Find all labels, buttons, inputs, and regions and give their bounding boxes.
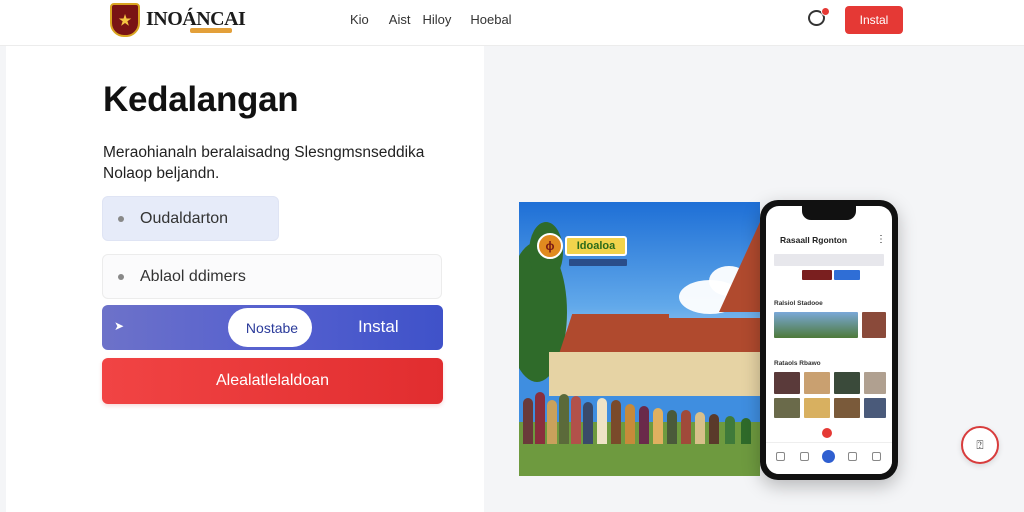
option-item-2[interactable]: Ablaol ddimers bbox=[102, 254, 442, 299]
primary-red-button[interactable]: Alealatlelaldoan bbox=[102, 358, 443, 404]
hero-photo: ɸ Idoaloa bbox=[519, 202, 760, 476]
phone-thumb bbox=[774, 398, 800, 418]
photo-person bbox=[695, 412, 705, 444]
install-bar[interactable]: ➤ Nostabe Instal ⋮ bbox=[102, 305, 538, 350]
bullet-icon bbox=[118, 215, 124, 222]
menu-icon[interactable] bbox=[872, 452, 881, 461]
page-description: Meraohianaln beralaisadng Slesngmsnseddi… bbox=[103, 144, 425, 182]
search-icon[interactable] bbox=[800, 452, 809, 461]
photo-person bbox=[597, 398, 607, 444]
install-bar-tab[interactable]: Nostabe bbox=[228, 308, 312, 347]
photo-person bbox=[523, 398, 533, 444]
photo-person bbox=[611, 400, 621, 444]
photo-person bbox=[709, 414, 719, 444]
library-icon[interactable] bbox=[848, 452, 857, 461]
photo-person bbox=[535, 392, 545, 444]
cursor-arrow-icon: ➤ bbox=[114, 319, 125, 333]
photo-person bbox=[741, 418, 751, 444]
install-bar-label: Instal bbox=[358, 317, 399, 336]
bullet-icon bbox=[118, 273, 124, 280]
phone-search-bar[interactable] bbox=[774, 254, 884, 266]
photo-person bbox=[653, 408, 663, 444]
chat-bubble-icon[interactable] bbox=[807, 7, 830, 30]
nav-item-3[interactable]: Hiloy bbox=[422, 12, 451, 27]
phone-live-dot bbox=[822, 428, 832, 438]
nav-item-1[interactable]: Kio bbox=[350, 12, 369, 27]
header-install-button[interactable]: Instal bbox=[845, 6, 903, 34]
phone-section-label-2: Rataols Rbawo bbox=[774, 360, 821, 367]
phone-thumb bbox=[804, 398, 830, 418]
option-label-1: Oudaldarton bbox=[140, 209, 229, 227]
grid-menu-icon[interactable]: ⋮ bbox=[876, 234, 886, 245]
phone-thumb bbox=[862, 312, 886, 338]
home-icon[interactable] bbox=[776, 452, 785, 461]
phone-thumb bbox=[864, 398, 886, 418]
photo-person bbox=[667, 410, 677, 444]
phone-thumb bbox=[864, 372, 886, 394]
phone-section-label-1: Ralsiol Stadooe bbox=[774, 300, 823, 307]
phone-banner bbox=[802, 270, 832, 280]
photo-person bbox=[639, 406, 649, 444]
phone-thumb bbox=[834, 372, 860, 394]
nav-item-4[interactable]: Hoebal bbox=[470, 12, 511, 27]
photo-tag: Idoaloa bbox=[565, 236, 627, 256]
phone-thumb bbox=[834, 398, 860, 418]
photo-person bbox=[571, 396, 581, 444]
photo-badge-icon: ɸ bbox=[537, 233, 563, 259]
help-icon[interactable]: ⍰ bbox=[961, 426, 999, 464]
photo-person bbox=[583, 402, 593, 444]
top-header: ★ INOÁNCAI Kio Aist Hiloy Hoebal Instal bbox=[0, 0, 1024, 46]
photo-person bbox=[681, 410, 691, 444]
phone-app-title: Rasaall Rgonton bbox=[780, 235, 848, 245]
option-item-1[interactable]: Oudaldarton bbox=[102, 196, 279, 241]
nav-item-2[interactable]: Aist bbox=[389, 12, 411, 27]
main-nav: Kio Aist Hiloy Hoebal bbox=[350, 12, 512, 27]
photo-person bbox=[559, 394, 569, 444]
phone-thumb bbox=[774, 372, 800, 394]
phone-mockup: Rasaall Rgonton ⋮ Ralsiol Stadooe Rataol… bbox=[760, 200, 898, 480]
logo-underline bbox=[190, 28, 232, 33]
photo-tag-underline bbox=[569, 259, 627, 266]
option-label-2: Ablaol ddimers bbox=[140, 267, 246, 285]
phone-banner-button[interactable] bbox=[834, 270, 860, 280]
phone-notch bbox=[802, 206, 856, 220]
photo-person bbox=[725, 416, 735, 444]
phone-thumb bbox=[774, 312, 858, 338]
notification-dot bbox=[821, 7, 830, 16]
photo-person bbox=[547, 400, 557, 444]
phone-bottom-nav bbox=[766, 442, 892, 474]
phone-thumb bbox=[804, 372, 830, 394]
play-icon[interactable] bbox=[822, 450, 835, 463]
photo-person bbox=[625, 404, 635, 444]
phone-screen: Rasaall Rgonton ⋮ Ralsiol Stadooe Rataol… bbox=[766, 206, 892, 474]
crest-icon[interactable]: ★ bbox=[110, 3, 140, 37]
page-title: Kedalangan bbox=[103, 80, 299, 119]
photo-crowd bbox=[519, 380, 760, 444]
